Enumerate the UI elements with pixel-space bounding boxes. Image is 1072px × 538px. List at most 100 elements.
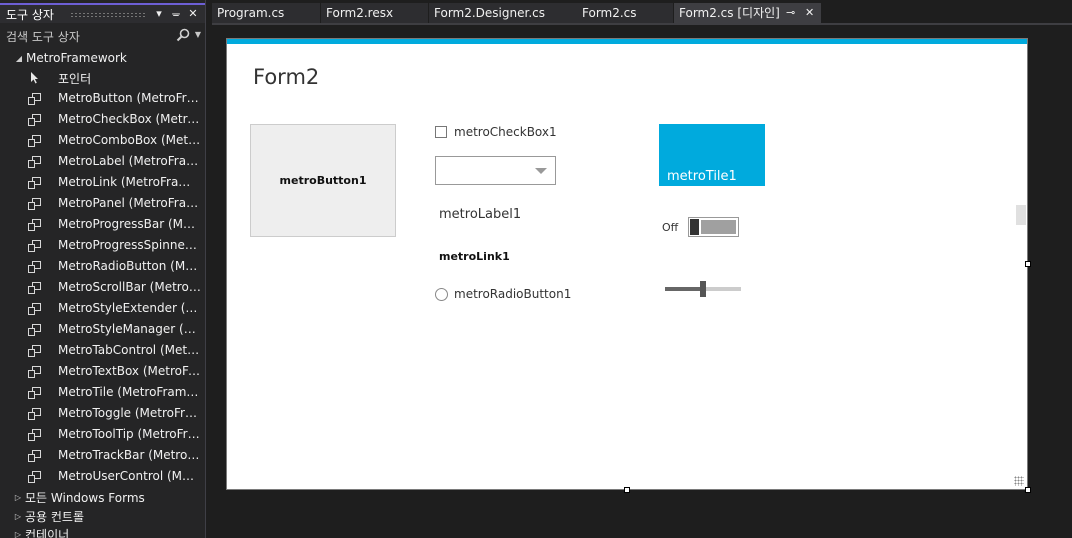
- group-label: MetroFramework: [26, 51, 127, 65]
- toolbox-item[interactable]: MetroProgressBar (Metro...: [0, 214, 205, 235]
- metro-toggle[interactable]: Off: [662, 217, 740, 237]
- toolbox-item[interactable]: MetroLabel (MetroFrame...: [0, 151, 205, 172]
- metro-radio-button[interactable]: metroRadioButton1: [435, 287, 571, 301]
- expanded-arrow-icon[interactable]: ◢: [12, 54, 26, 63]
- metro-checkbox[interactable]: metroCheckBox1: [435, 125, 557, 139]
- toolbox-item-label: 포인터: [58, 72, 92, 86]
- toolbox-title: 도구 상자: [6, 7, 54, 22]
- toolbox-item[interactable]: MetroCheckBox (MetroF...: [0, 109, 205, 130]
- toolbox-item[interactable]: MetroTrackBar (MetroFra...: [0, 445, 205, 466]
- resize-grip-icon[interactable]: [1014, 476, 1024, 486]
- toggle-thumb[interactable]: [690, 219, 700, 235]
- component-icon: [28, 177, 41, 189]
- metro-link[interactable]: metroLink1: [439, 250, 510, 263]
- tab-label: Form2.Designer.cs: [434, 6, 545, 20]
- toolbox-search-input[interactable]: 검색 도구 상자 ▼: [6, 27, 204, 45]
- tab-form2-designer-cs[interactable]: Form2.Designer.cs: [429, 3, 577, 23]
- component-icon: [28, 408, 41, 420]
- trackbar-rest: [706, 287, 741, 291]
- metro-tile[interactable]: metroTile1: [659, 124, 765, 186]
- metro-combobox[interactable]: [435, 156, 556, 185]
- toolbox-item-label: MetroProgressBar (Metro...: [58, 217, 201, 231]
- component-icon: [28, 366, 41, 378]
- close-icon[interactable]: ✕: [186, 6, 200, 22]
- tab-form2-cs[interactable]: Form2.cs: [577, 3, 673, 23]
- tab-label: Form2.cs: [582, 6, 637, 20]
- toolbox-item[interactable]: MetroScrollBar (MetroFr...: [0, 277, 205, 298]
- checkbox-box[interactable]: [435, 126, 447, 138]
- form-title: Form2: [253, 65, 320, 89]
- toolbox-item[interactable]: MetroToolTip (MetroFra...: [0, 424, 205, 445]
- component-icon: [28, 114, 41, 126]
- toolbox-item[interactable]: MetroToggle (MetroFra...: [0, 403, 205, 424]
- toolbox-item[interactable]: MetroLink (MetroFrame...: [0, 172, 205, 193]
- search-options-chevron-icon[interactable]: ▼: [195, 27, 201, 43]
- tile-label: metroTile1: [667, 169, 737, 184]
- component-icon: [28, 219, 41, 231]
- tab-label: Form2.resx: [326, 6, 394, 20]
- search-placeholder: 검색 도구 상자: [6, 29, 80, 44]
- pin-icon[interactable]: ᚚ: [169, 6, 183, 22]
- toolbox-group-containers[interactable]: ▷ 컨테이너: [0, 524, 205, 538]
- collapsed-arrow-icon[interactable]: ▷: [11, 530, 25, 538]
- form-accent-bar: [227, 39, 1027, 44]
- toolbox-item-label: MetroLabel (MetroFrame...: [58, 154, 201, 168]
- component-icon: [28, 261, 41, 273]
- toolbox-item[interactable]: MetroStyleExtender (Met...: [0, 298, 205, 319]
- metro-button[interactable]: metroButton1: [250, 124, 396, 237]
- component-icon: [28, 303, 41, 315]
- tab-form2-resx[interactable]: Form2.resx: [321, 3, 428, 23]
- chevron-down-icon[interactable]: [535, 168, 547, 174]
- toolbox-item[interactable]: MetroUserControl (Metr...: [0, 466, 205, 487]
- tab-label: Form2.cs [디자인]: [679, 6, 780, 20]
- toolbox-item-label: MetroRadioButton (Metr...: [58, 259, 201, 273]
- button-label: metroButton1: [279, 174, 367, 187]
- toolbox-item[interactable]: MetroProgressSpinner (...: [0, 235, 205, 256]
- toolbox-item[interactable]: MetroStyleManager (Met...: [0, 319, 205, 340]
- component-icon: [28, 135, 41, 147]
- resize-handle-right[interactable]: [1025, 261, 1031, 267]
- toolbox-item[interactable]: MetroButton (MetroFra...: [0, 88, 205, 109]
- component-icon: [28, 240, 41, 252]
- panel-drag-grip[interactable]: [70, 12, 146, 18]
- toolbox-item[interactable]: MetroTextBox (MetroFra...: [0, 361, 205, 382]
- component-icon: [28, 471, 41, 483]
- trackbar-thumb[interactable]: [700, 281, 706, 297]
- component-icon: [28, 156, 41, 168]
- toolbox-item-label: MetroTrackBar (MetroFra...: [58, 448, 201, 462]
- radio-circle[interactable]: [435, 287, 448, 301]
- resize-handle-bottom-right[interactable]: [1025, 487, 1031, 493]
- toolbox-group-all-windows-forms[interactable]: ▷ 모든 Windows Forms: [0, 487, 205, 507]
- metro-trackbar[interactable]: [665, 279, 741, 299]
- toolbox-item[interactable]: MetroTabControl (Metro...: [0, 340, 205, 361]
- toolbox-item[interactable]: MetroTile (MetroFramew...: [0, 382, 205, 403]
- window-position-dropdown-icon[interactable]: ▾: [152, 6, 166, 22]
- toggle-track[interactable]: [688, 217, 740, 237]
- pointer-icon: [31, 72, 38, 84]
- toolbox-item[interactable]: 포인터: [0, 67, 205, 88]
- tab-program-cs[interactable]: Program.cs: [212, 3, 320, 23]
- tab-form2-cs-design[interactable]: Form2.cs [디자인] ⊸ ✕: [674, 3, 821, 23]
- toolbox-item-label: MetroScrollBar (MetroFr...: [58, 280, 201, 294]
- close-icon[interactable]: ✕: [805, 3, 814, 23]
- toolbox-header: 도구 상자 ▾ ᚚ ✕: [0, 3, 205, 23]
- toolbox-group-metroframework[interactable]: ◢ MetroFramework: [0, 48, 205, 68]
- toolbox-item-label: MetroComboBox (Metro...: [58, 133, 201, 147]
- metro-label: metroLabel1: [439, 207, 522, 222]
- collapsed-arrow-icon[interactable]: ▷: [11, 512, 25, 521]
- component-icon: [28, 93, 41, 105]
- search-icon[interactable]: [176, 28, 190, 42]
- component-icon: [28, 324, 41, 336]
- toolbox-item-label: MetroUserControl (Metr...: [58, 469, 201, 483]
- toolbox-item[interactable]: MetroRadioButton (Metr...: [0, 256, 205, 277]
- toolbox-item-label: MetroToolTip (MetroFra...: [58, 427, 201, 441]
- collapsed-arrow-icon[interactable]: ▷: [11, 493, 25, 502]
- toggle-state-label: Off: [662, 220, 679, 234]
- designer-form[interactable]: Form2 metroButton1 metroCheckBox1 metroL…: [226, 38, 1028, 490]
- toolbox-group-common-controls[interactable]: ▷ 공용 컨트롤: [0, 506, 205, 526]
- toolbox-item[interactable]: MetroPanel (MetroFrame...: [0, 193, 205, 214]
- pin-icon[interactable]: ⊸: [786, 3, 795, 23]
- group-label: 모든 Windows Forms: [25, 490, 145, 505]
- resize-handle-bottom[interactable]: [624, 487, 630, 493]
- toolbox-item[interactable]: MetroComboBox (Metro...: [0, 130, 205, 151]
